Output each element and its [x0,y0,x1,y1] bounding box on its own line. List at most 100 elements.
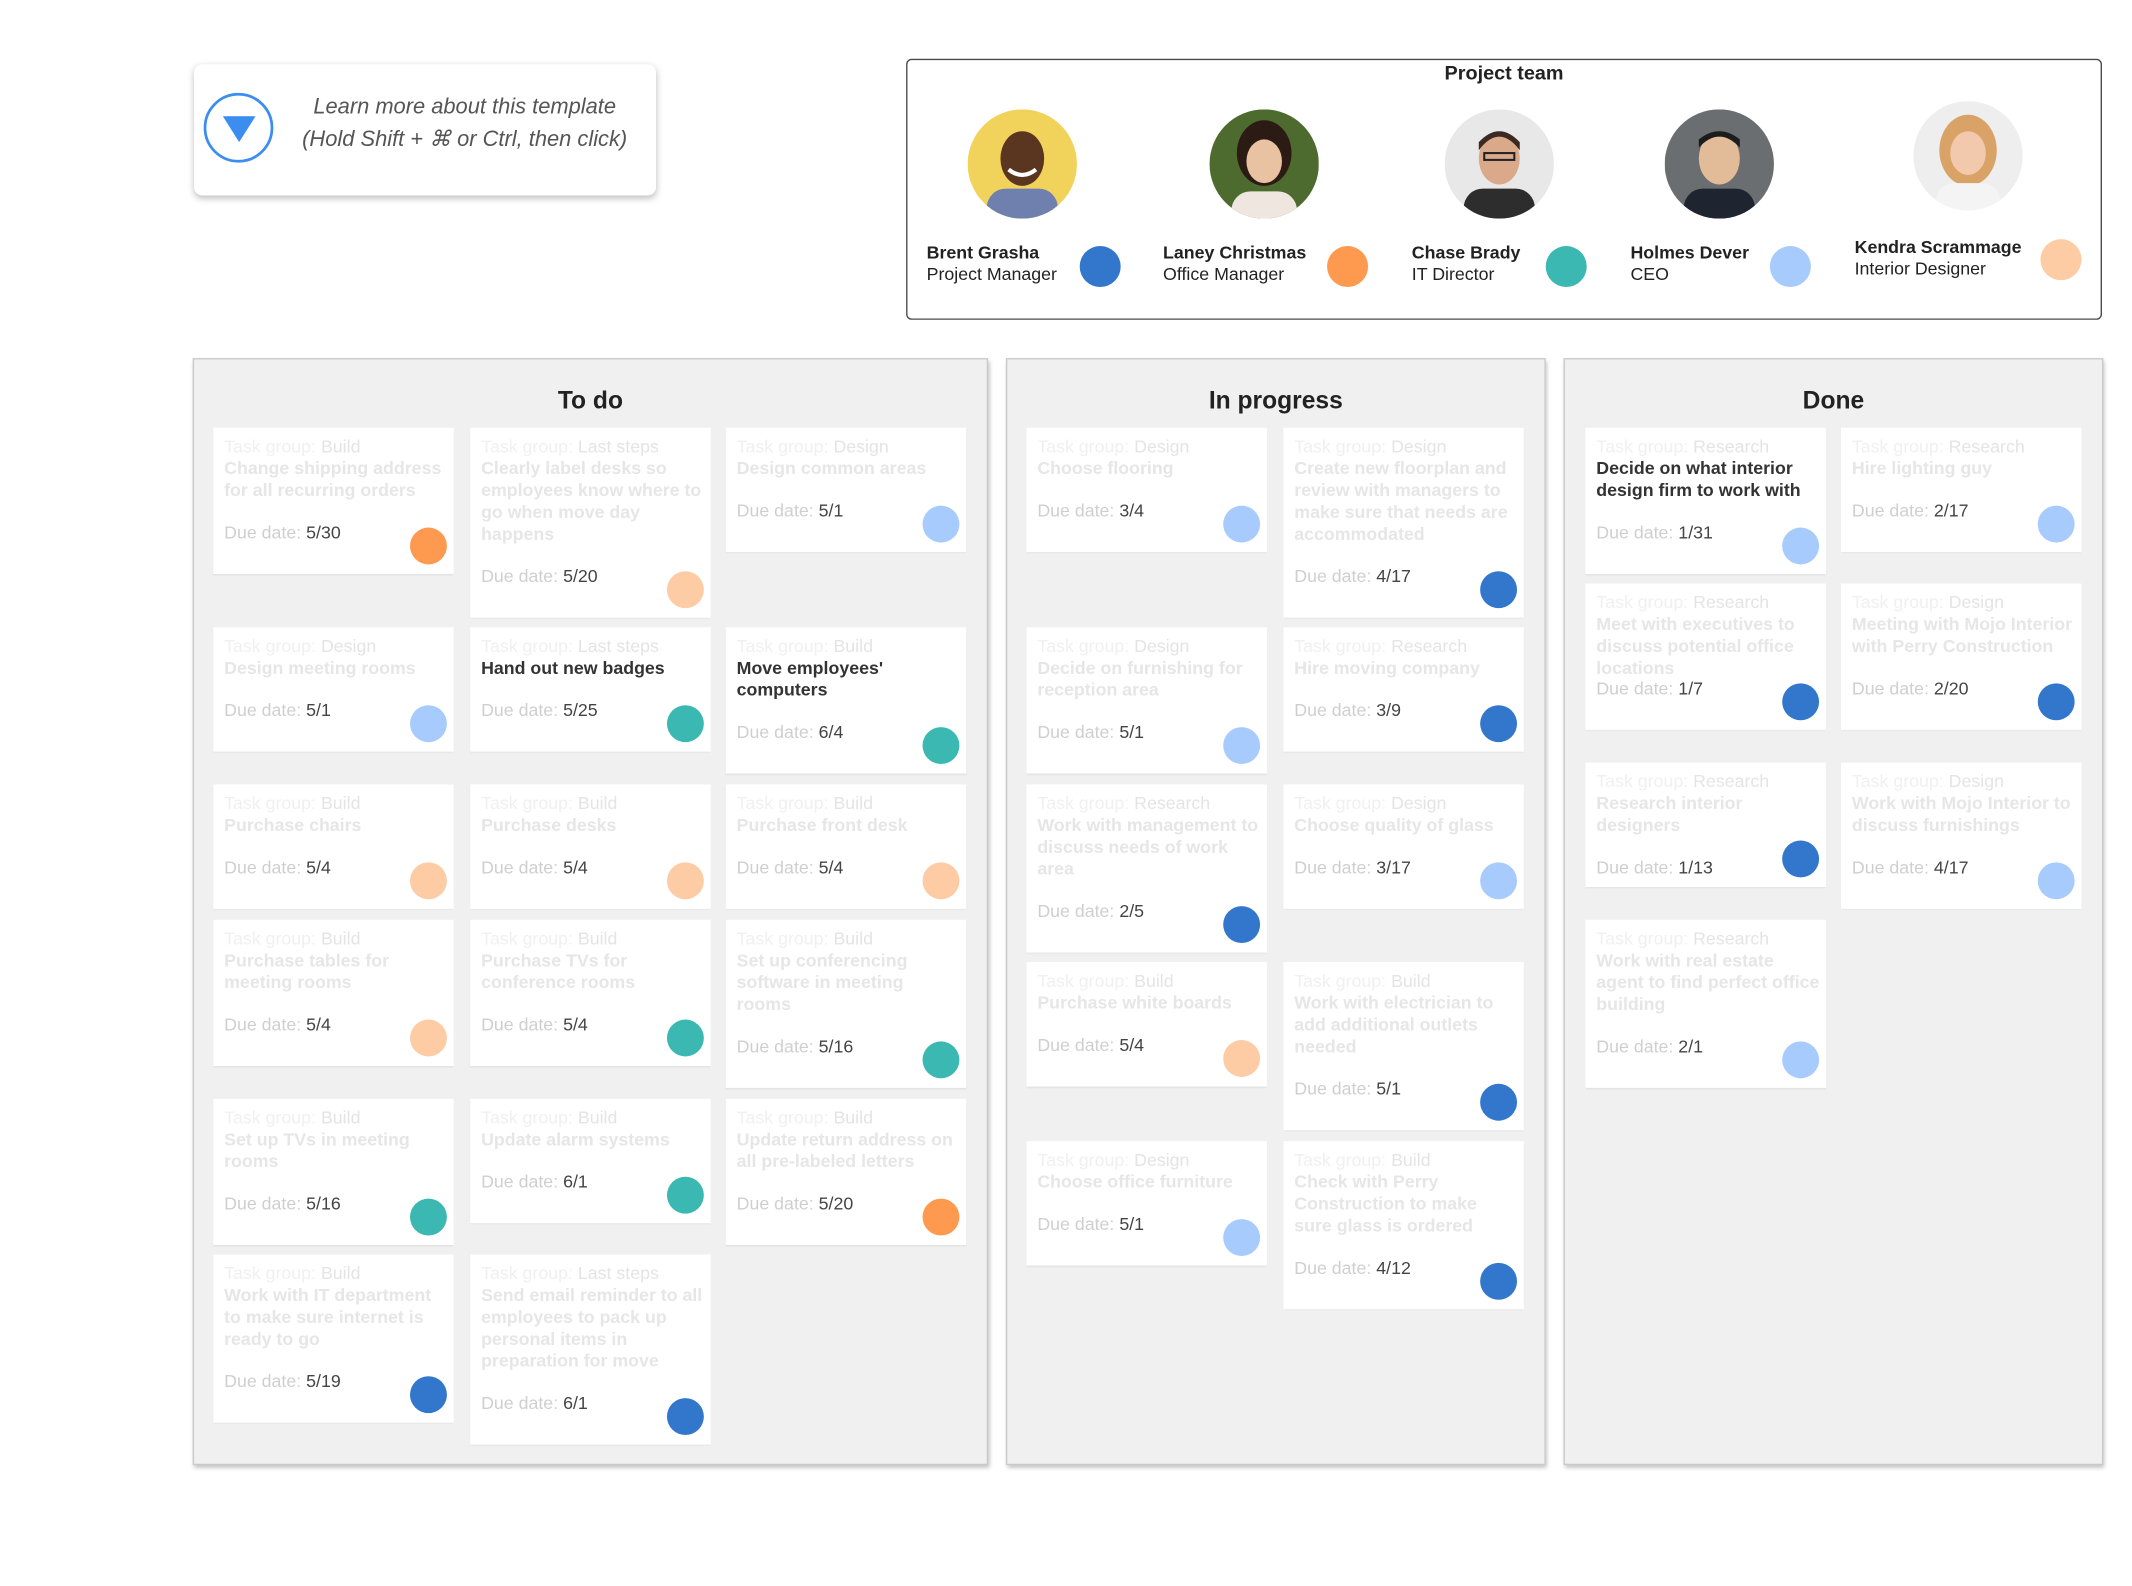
task-card[interactable]: Task group: Design Decide on furnishing f… [1026,627,1267,774]
task-card[interactable]: Task group: Research Decide on what inter… [1585,427,1826,575]
assignee-dot [1782,840,1820,878]
task-card[interactable]: Task group: Design Design common areas Due… [725,427,967,553]
task-due: Due date: 5/1 [737,500,844,522]
learn-more-callout[interactable]: Learn more about this template (Hold Shi… [194,64,657,196]
task-group: Task group: Research [1596,928,1769,950]
task-group: Task group: Design [1852,771,2004,793]
task-card[interactable]: Task group: Design Choose quality of glas… [1283,784,1524,909]
task-card[interactable]: Task group: Design Create new floorplan a… [1283,427,1524,618]
task-card[interactable]: Task group: Last steps Clearly label desk… [470,427,711,618]
task-card[interactable]: Task group: Build Set up TVs in meeting r… [213,1098,454,1246]
task-due: Due date: 2/20 [1852,678,1969,700]
due-label: Due date: [736,721,814,743]
task-card[interactable]: Task group: Build Move employees' compute… [725,627,967,774]
task-group-value: Build [320,792,361,814]
due-value: 2/5 [1119,900,1145,922]
task-card[interactable]: Task group: Build Work with IT department… [213,1254,454,1423]
due-label: Due date: [1851,677,1929,699]
due-label: Due date: [1037,500,1115,521]
due-label: Due date: [1037,1213,1115,1235]
task-card[interactable]: Task group: Build Update return address o… [725,1098,967,1246]
task-card[interactable]: Task group: Build Purchase TVs for confer… [470,919,711,1067]
task-card[interactable]: Task group: Design Work with Mojo Interio… [1840,762,2082,909]
due-value: 5/4 [818,856,844,878]
due-label: Due date: [1596,522,1674,543]
task-card[interactable]: Task group: Build Purchase desks Due date:… [470,784,711,909]
task-group-value: Research [1693,927,1770,949]
task-card[interactable]: Task group: Research Work with management… [1026,784,1267,953]
due-value: 4/17 [1933,856,1969,878]
task-card[interactable]: Task group: Build Set up conferencing sof… [725,919,967,1088]
task-group: Task group: Last steps [481,1263,659,1285]
expand-button[interactable] [203,92,274,163]
board-canvas: Learn more about this template (Hold Shi… [0,0,2132,1585]
task-card[interactable]: Task group: Design Choose office furnitur… [1026,1141,1267,1266]
task-card[interactable]: Task group: Research Hire moving company D… [1283,627,1524,752]
assignee-dot [1480,862,1518,900]
due-value: 1/7 [1678,677,1704,699]
task-card[interactable]: Task group: Design Meeting with Mojo Inte… [1840,583,2082,730]
due-value: 4/12 [1376,1257,1411,1278]
task-card[interactable]: Task group: Build Check with Perry Constr… [1283,1141,1524,1310]
task-card[interactable]: Task group: Last steps Send email reminde… [470,1254,711,1445]
task-due: Due date: 5/1 [224,700,331,722]
task-group: Task group: Build [737,793,873,815]
task-group: Task group: Research [1037,793,1210,815]
task-group-label: Task group: [736,635,829,657]
task-group-value: Design [1948,770,2004,792]
task-due: Due date: 5/4 [481,857,588,879]
task-card[interactable]: Task group: Research Research interior de… [1585,762,1826,887]
due-label: Due date: [224,699,302,721]
task-group-value: Build [577,792,618,814]
due-label: Due date: [1294,856,1372,878]
task-card[interactable]: Task group: Build Purchase front desk Due … [725,784,967,909]
task-card[interactable]: Task group: Design Design meeting rooms Du… [213,627,454,752]
task-group-label: Task group: [224,635,316,657]
assignee-dot [922,1041,960,1079]
task-group-value: Build [833,635,873,657]
avatar [967,109,1077,219]
member-color-dot [1545,246,1587,288]
due-label: Due date: [481,699,559,721]
due-value: 5/1 [306,699,331,721]
due-value: 2/1 [1678,1035,1704,1057]
task-group-label: Task group: [1596,927,1689,949]
task-card[interactable]: Task group: Build Purchase white boards Du… [1026,962,1267,1087]
task-card[interactable]: Task group: Design Choose flooring Due dat… [1026,427,1267,553]
task-group-label: Task group: [1596,435,1689,457]
assignee-dot [2037,862,2075,900]
due-label: Due date: [1037,721,1115,743]
task-card[interactable]: Task group: Last steps Hand out new badge… [470,627,711,752]
task-due: Due date: 6/4 [737,722,844,744]
task-due: Due date: 5/1 [1037,1214,1144,1236]
due-label: Due date: [736,500,814,521]
due-label: Due date: [1596,677,1674,699]
due-value: 5/16 [306,1193,341,1214]
task-group-value: Design [1391,435,1447,457]
task-due: Due date: 5/4 [224,857,331,879]
task-card[interactable]: Task group: Build Change shipping address… [213,427,454,575]
due-value: 3/9 [1376,699,1401,721]
task-card[interactable]: Task group: Build Update alarm systems Due… [470,1098,711,1224]
due-value: 6/1 [563,1392,588,1414]
due-label: Due date: [224,856,302,878]
task-card[interactable]: Task group: Build Purchase tables for mee… [213,919,454,1067]
task-due: Due date: 5/19 [224,1371,341,1393]
task-due: Due date: 2/17 [1852,500,1969,522]
task-title: Choose flooring [1037,457,1174,479]
due-value: 5/25 [563,699,598,721]
task-card[interactable]: Task group: Research Work with real estat… [1585,919,1826,1088]
due-label: Due date: [1851,500,1929,521]
assignee-dot [666,862,704,900]
task-card[interactable]: Task group: Build Purchase chairs Due date… [213,784,454,909]
assignee-dot [1223,906,1261,944]
task-card[interactable]: Task group: Build Work with electrician t… [1283,962,1524,1131]
task-group-label: Task group: [1851,591,1944,613]
task-group-value: Build [320,1262,361,1284]
member-color-dot [1769,246,1811,288]
task-card[interactable]: Task group: Research Meet with executives… [1585,583,1826,730]
due-value: 1/31 [1678,522,1713,543]
person-photo-icon [1664,109,1774,219]
task-card[interactable]: Task group: Research Hire lighting guy Due… [1840,427,2082,553]
member-color-dot [1079,246,1121,288]
